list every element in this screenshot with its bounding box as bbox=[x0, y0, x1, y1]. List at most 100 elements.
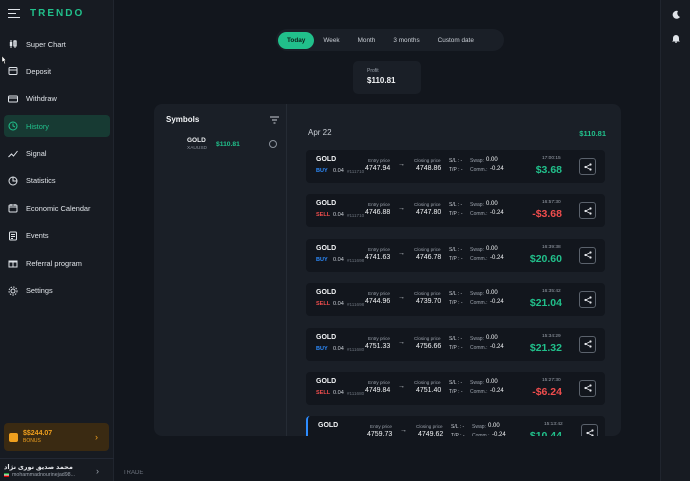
trades-column: Apr 22 $110.81 GOLD BUY 0.04 #111710 Entry p… bbox=[288, 104, 621, 436]
entry-price: 4751.33 bbox=[365, 342, 391, 350]
trade-row[interactable]: GOLD BUY 0.04 #111680 Entry price 4751.33 → Clo… bbox=[306, 327, 605, 361]
trade-row[interactable]: GOLD Entry price 4759.73 → Closing price 4749… bbox=[306, 416, 605, 436]
trade-row[interactable]: GOLD BUY 0.04 #111710 Entry price 4747.94 → Clo… bbox=[306, 150, 605, 183]
pie-chart-icon bbox=[8, 176, 18, 186]
trade-row[interactable]: GOLD SELL 0.04 #111680 Entry price 4749.84 → Cl… bbox=[306, 371, 605, 405]
trade-row[interactable]: GOLD BUY 0.04 #111698 Entry price 4741.63 → Clo… bbox=[306, 238, 605, 272]
share-button[interactable] bbox=[581, 424, 598, 436]
swap-value: 0.00 bbox=[486, 201, 498, 208]
commission-value: -0.24 bbox=[490, 210, 504, 217]
swap-label: Swap: bbox=[470, 158, 484, 164]
closing-price-label: Closing price bbox=[414, 335, 441, 341]
bonus-card[interactable]: $$244.07 BONUS › bbox=[4, 423, 109, 451]
trade-profit: $21.04 bbox=[529, 297, 562, 310]
moon-icon[interactable] bbox=[671, 10, 681, 20]
symbol-item[interactable]: GOLD XAUUSD $110.81 bbox=[187, 137, 279, 157]
profit-label: Profit bbox=[367, 68, 379, 74]
sidebar-item-referral-program[interactable]: Referral program bbox=[4, 252, 110, 274]
share-icon bbox=[583, 251, 592, 259]
trade-row[interactable]: GOLD SELL 0.04 #111698 Entry price 4744.96 → Cl… bbox=[306, 283, 605, 317]
trade-profit: $20.60 bbox=[529, 252, 562, 265]
trade-time: 16:39:38 bbox=[542, 244, 561, 250]
trade-volume: 0.04 bbox=[333, 212, 344, 219]
swap-label: Swap: bbox=[470, 291, 484, 298]
entry-price: 4747.94 bbox=[365, 165, 391, 172]
sidebar-item-withdraw[interactable]: Withdraw bbox=[4, 88, 110, 110]
share-button[interactable] bbox=[579, 379, 596, 397]
share-button[interactable] bbox=[579, 246, 596, 264]
filter-icon[interactable] bbox=[270, 116, 279, 124]
commission-value: -0.24 bbox=[490, 254, 504, 261]
flag-icon bbox=[4, 473, 9, 477]
sidebar-item-super-chart[interactable]: Super Chart bbox=[4, 33, 110, 55]
entry-price-label: Entry price bbox=[368, 202, 390, 208]
sidebar-item-label: Withdraw bbox=[26, 94, 57, 104]
sidebar-item-deposit[interactable]: Deposit bbox=[4, 60, 110, 82]
trade-side: BUY bbox=[316, 168, 328, 174]
tab-month[interactable]: Month bbox=[349, 32, 385, 49]
collapse-menu-icon[interactable] bbox=[8, 8, 20, 19]
sidebar-item-label: Deposit bbox=[26, 66, 52, 76]
share-icon bbox=[585, 429, 594, 436]
trade-side: SELL bbox=[316, 212, 331, 219]
profit-summary: Profit $110.81 bbox=[353, 61, 421, 94]
symbol-name: GOLD bbox=[187, 137, 206, 144]
arrow-right-icon: → bbox=[398, 382, 405, 390]
trade-row[interactable]: GOLD SELL 0.04 #111710 Entry price 4746.88 → Cl… bbox=[306, 194, 605, 228]
take-profit: T/P : - bbox=[449, 300, 463, 307]
calendar-icon bbox=[8, 203, 18, 213]
withdraw-icon bbox=[8, 94, 18, 104]
sidebar-item-signal[interactable]: Signal bbox=[4, 143, 110, 165]
take-profit: T/P : - bbox=[449, 167, 463, 173]
symbol-radio[interactable] bbox=[269, 140, 277, 148]
trade-time: 16:57:30 bbox=[542, 200, 561, 206]
share-button[interactable] bbox=[579, 291, 596, 309]
swap-label: Swap: bbox=[470, 379, 484, 386]
stop-loss: S/L : - bbox=[449, 246, 463, 253]
chevron-right-icon: › bbox=[96, 466, 99, 476]
trade-id: #111698 bbox=[347, 302, 365, 308]
take-profit: T/P : - bbox=[449, 388, 463, 395]
trade-time: 17:00:15 bbox=[542, 156, 561, 161]
closing-price-label: Closing price bbox=[416, 424, 443, 430]
trade-profit: $21.32 bbox=[529, 341, 562, 354]
day-label: Apr 22 bbox=[308, 128, 332, 137]
mouse-cursor-icon bbox=[1, 56, 6, 65]
swap-label: Swap: bbox=[472, 424, 486, 431]
take-profit: T/P : - bbox=[449, 344, 463, 351]
bell-icon[interactable] bbox=[671, 33, 681, 43]
commission-value: -0.24 bbox=[490, 166, 504, 172]
tab-week[interactable]: Week bbox=[314, 32, 348, 49]
trade-side: SELL bbox=[316, 389, 331, 396]
right-rail bbox=[660, 0, 690, 481]
sidebar-item-statistics[interactable]: Statistics bbox=[4, 170, 110, 192]
sidebar-item-history[interactable]: History bbox=[4, 115, 110, 138]
share-icon bbox=[583, 340, 592, 348]
trade-list: GOLD BUY 0.04 #111710 Entry price 4747.94 → Clo… bbox=[306, 150, 605, 436]
commission-label: Comm.: bbox=[470, 388, 488, 395]
logo: TRENDO bbox=[30, 8, 85, 19]
closing-price: 4748.86 bbox=[416, 165, 442, 172]
sidebar-item-events[interactable]: Events bbox=[4, 225, 110, 247]
closing-price-label: Closing price bbox=[414, 158, 441, 163]
tab-today[interactable]: Today bbox=[278, 31, 315, 49]
share-button[interactable] bbox=[579, 202, 596, 220]
entry-price: 4744.96 bbox=[365, 298, 391, 306]
commission-label: Comm.: bbox=[472, 433, 490, 436]
entry-price-label: Entry price bbox=[368, 291, 390, 297]
share-button[interactable] bbox=[579, 158, 596, 175]
sidebar-item-economic-calendar[interactable]: Economic Calendar bbox=[4, 197, 110, 219]
sidebar-item-settings[interactable]: Settings bbox=[4, 280, 110, 302]
share-button[interactable] bbox=[579, 335, 596, 353]
trade-profit: $10.44 bbox=[530, 430, 562, 436]
share-icon bbox=[583, 296, 592, 304]
sidebar-nav: Super Chart Deposit Withdraw History Sig… bbox=[0, 33, 114, 307]
arrow-right-icon: → bbox=[400, 427, 407, 435]
entry-price: 4749.84 bbox=[365, 386, 391, 394]
trade-id: #111710 bbox=[347, 169, 365, 174]
signal-icon bbox=[8, 149, 18, 159]
tab-custom-date[interactable]: Custom date bbox=[429, 32, 483, 49]
user-profile[interactable]: محمد صدیق نوری نژاد mohammadnourinejad98… bbox=[0, 458, 114, 481]
tab-3-months[interactable]: 3 months bbox=[384, 32, 428, 49]
gift-icon bbox=[8, 258, 18, 268]
